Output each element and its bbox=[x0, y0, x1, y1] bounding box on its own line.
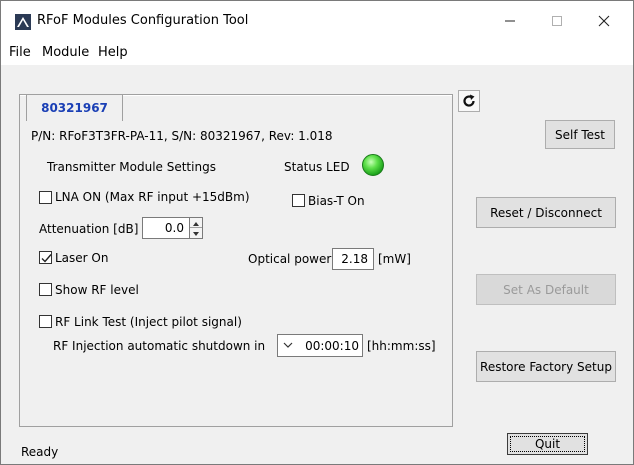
menu-help[interactable]: Help bbox=[98, 45, 128, 60]
module-info: P/N: RFoF3T3FR-PA-11, S/N: 80321967, Rev… bbox=[31, 129, 333, 143]
optical-power-value: 2.18 bbox=[341, 252, 368, 266]
quit-button[interactable]: Quit bbox=[507, 433, 588, 455]
title-bar: RFoF Modules Configuration Tool bbox=[1, 1, 633, 41]
app-window: RFoF Modules Configuration Tool File Mod… bbox=[0, 0, 634, 465]
show-rf-level-label: Show RF level bbox=[55, 283, 139, 297]
close-button[interactable] bbox=[581, 1, 627, 41]
app-logo-icon bbox=[15, 14, 31, 30]
rf-link-test-checkbox[interactable] bbox=[39, 315, 52, 328]
restore-factory-setup-button[interactable]: Restore Factory Setup bbox=[476, 351, 616, 382]
status-text: Ready bbox=[21, 445, 59, 459]
menu-file[interactable]: File bbox=[9, 45, 31, 60]
spin-up-button[interactable] bbox=[190, 218, 202, 228]
lna-label: LNA ON (Max RF input +15dBm) bbox=[55, 190, 250, 204]
minimize-button[interactable] bbox=[487, 1, 533, 41]
show-rf-level-checkbox[interactable] bbox=[39, 283, 52, 296]
optical-power-unit: [mW] bbox=[378, 252, 411, 266]
shutdown-unit: [hh:mm:ss] bbox=[367, 339, 436, 353]
shutdown-time-picker[interactable]: 00:00:10 bbox=[277, 334, 363, 357]
status-led-icon bbox=[362, 154, 384, 176]
arrow-down-icon bbox=[193, 232, 199, 236]
optical-power-label: Optical power bbox=[248, 252, 332, 266]
attenuation-label: Attenuation [dB] bbox=[39, 222, 139, 236]
self-test-button[interactable]: Self Test bbox=[545, 120, 615, 149]
lna-checkbox[interactable] bbox=[39, 191, 52, 204]
maximize-button[interactable] bbox=[534, 1, 580, 41]
reset-disconnect-button[interactable]: Reset / Disconnect bbox=[476, 197, 616, 228]
close-icon bbox=[598, 15, 610, 27]
spin-down-button[interactable] bbox=[190, 228, 202, 238]
refresh-icon bbox=[463, 94, 475, 107]
attenuation-input[interactable]: 0.0 bbox=[142, 217, 190, 239]
shutdown-label: RF Injection automatic shutdown in bbox=[53, 339, 266, 353]
checkmark-icon bbox=[41, 254, 52, 263]
set-as-default-button[interactable]: Set As Default bbox=[476, 274, 616, 305]
maximize-icon bbox=[552, 16, 562, 26]
bias-t-label: Bias-T On bbox=[308, 194, 365, 208]
bias-t-checkbox[interactable] bbox=[292, 194, 305, 207]
window-title: RFoF Modules Configuration Tool bbox=[37, 13, 249, 28]
shutdown-time-value: 00:00:10 bbox=[305, 339, 359, 353]
section-title: Transmitter Module Settings bbox=[47, 160, 216, 174]
tab-80321967[interactable]: 80321967 bbox=[26, 94, 123, 121]
optical-power-field: 2.18 bbox=[332, 248, 374, 270]
attenuation-value: 0.0 bbox=[164, 221, 184, 235]
status-led-label: Status LED bbox=[284, 160, 350, 174]
menu-module[interactable]: Module bbox=[42, 45, 89, 60]
chevron-down-icon bbox=[283, 342, 293, 348]
attenuation-spinner[interactable] bbox=[190, 217, 203, 239]
menu-bar: File Module Help bbox=[1, 41, 633, 65]
refresh-button[interactable] bbox=[458, 90, 480, 112]
laser-on-checkbox[interactable] bbox=[39, 251, 52, 264]
minimize-icon bbox=[505, 20, 515, 22]
laser-on-label: Laser On bbox=[55, 251, 109, 265]
rf-link-test-label: RF Link Test (Inject pilot signal) bbox=[55, 315, 242, 329]
